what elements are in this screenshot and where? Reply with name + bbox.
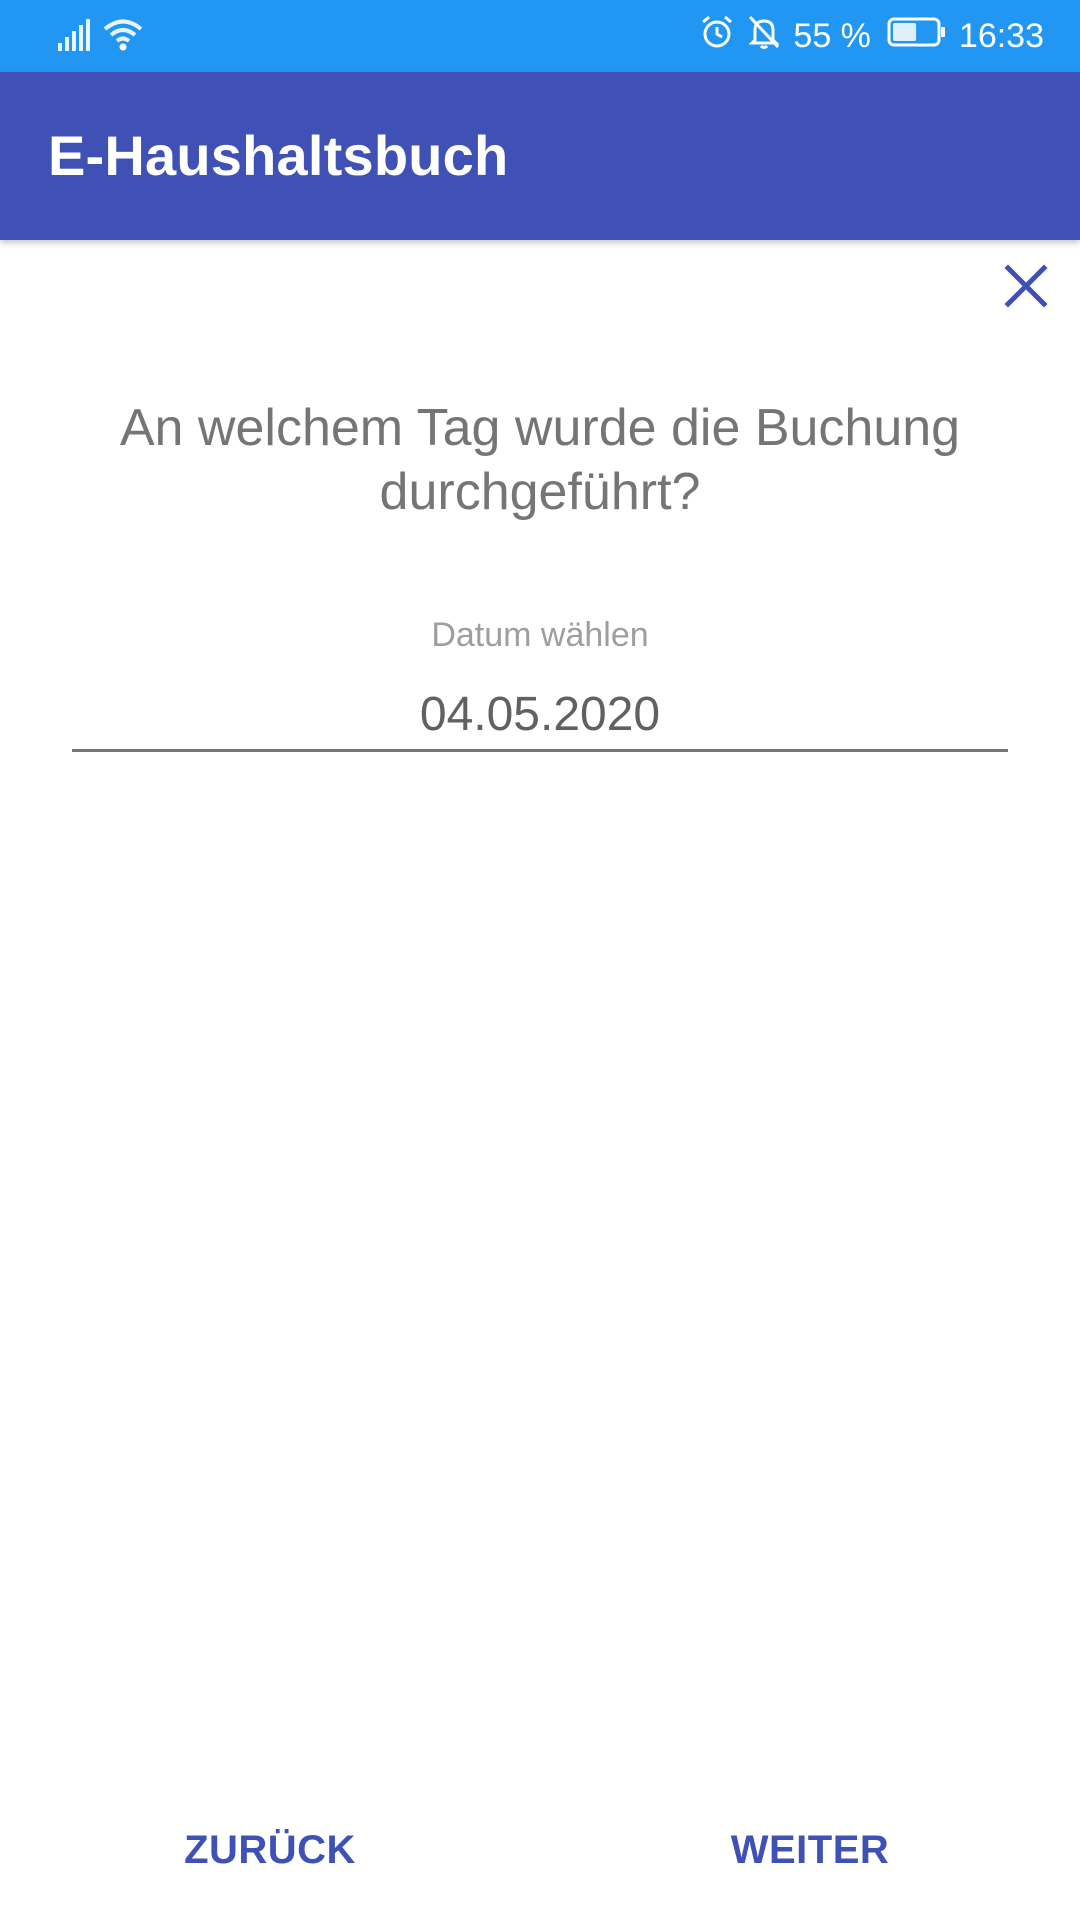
signal-icon bbox=[58, 19, 92, 56]
date-field-label: Datum wählen bbox=[431, 616, 649, 654]
app-bar: E-Haushaltsbuch bbox=[0, 72, 1080, 240]
battery-icon bbox=[887, 17, 947, 56]
app-title: E-Haushaltsbuch bbox=[48, 124, 509, 187]
question-heading: An welchem Tag wurde die Buchung durchge… bbox=[119, 399, 961, 521]
status-bar-right: 55 % 16:33 bbox=[699, 14, 1044, 58]
battery-percent-text: 55 % bbox=[793, 16, 871, 55]
status-time: 16:33 bbox=[958, 16, 1044, 55]
alarm-icon bbox=[699, 14, 735, 59]
status-bar-left bbox=[58, 18, 144, 56]
back-button[interactable]: ZURÜCK bbox=[150, 1814, 390, 1886]
next-button[interactable]: WEITER bbox=[690, 1814, 930, 1886]
screen: 55 % 16:33 E-Haushaltsbuch An welchem Ta… bbox=[0, 0, 1080, 1920]
notifications-off-icon bbox=[747, 14, 781, 59]
status-bar: 55 % 16:33 bbox=[0, 0, 1080, 72]
wifi-icon bbox=[102, 17, 144, 56]
close-button[interactable] bbox=[1000, 262, 1052, 314]
date-field[interactable] bbox=[72, 680, 1008, 752]
close-icon bbox=[1004, 263, 1048, 313]
